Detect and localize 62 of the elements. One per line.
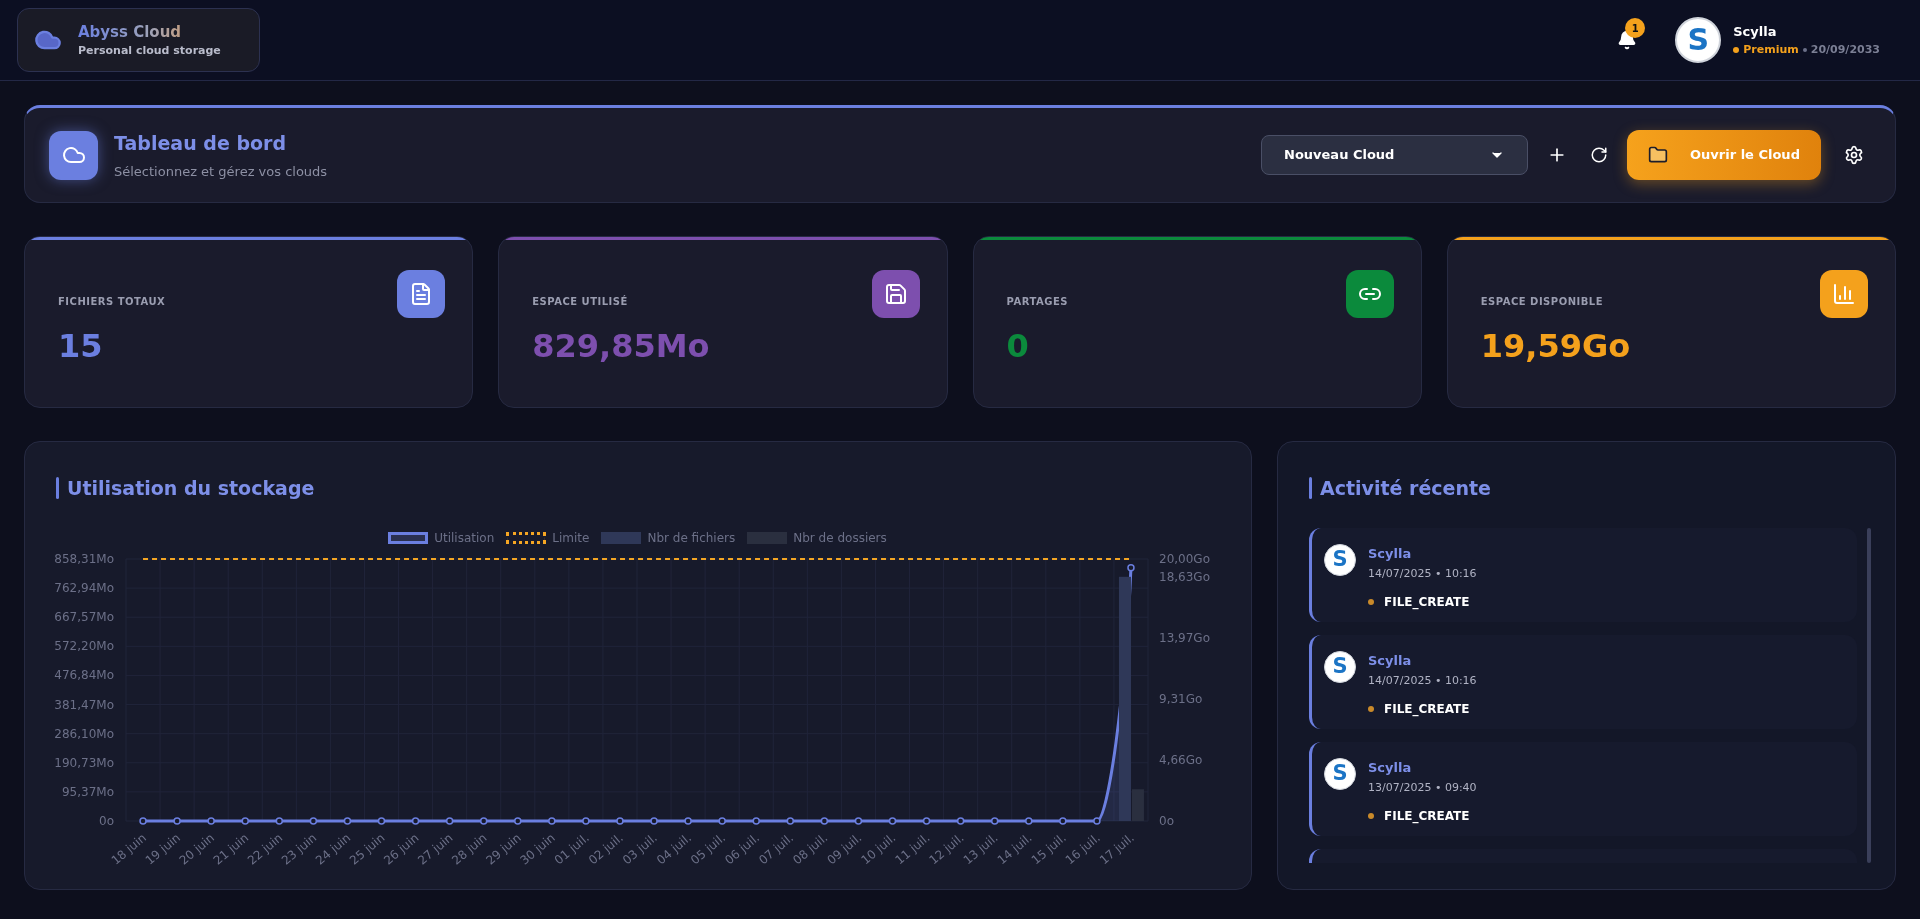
axis-label: 9,31Go (1159, 691, 1203, 706)
page-subtitle: Sélectionnez et gérez vos clouds (114, 162, 328, 181)
title-accent (1309, 477, 1312, 500)
activity-time: 13/07/2025 • 09:40 (1368, 780, 1477, 796)
stat-label: FICHIERS TOTAUX (58, 295, 166, 309)
refresh-icon (1590, 146, 1608, 164)
brand-card[interactable]: Abyss Cloud Personal cloud storage (17, 8, 260, 72)
legend-label: Limite (552, 529, 590, 547)
brand-tagline: Personal cloud storage (78, 43, 221, 59)
axis-label: 0o (99, 813, 114, 828)
activity-user: Scylla (1368, 758, 1413, 777)
stat-value: 0 (1006, 326, 1030, 367)
legend-label: Nbr de fichiers (647, 529, 736, 547)
activity-action: FILE_CREATE (1384, 700, 1470, 718)
scrollbar[interactable] (1867, 527, 1871, 863)
axis-label: 190,73Mo (54, 755, 114, 770)
activity-card[interactable]: S Scylla 13/07/2025 • 09:40 FILE_CREATE (1309, 741, 1857, 836)
avatar: S (1324, 543, 1356, 576)
axis-label: 13,97Go (1159, 630, 1210, 645)
stat-label: PARTAGES (1006, 295, 1068, 309)
stat-label: ESPACE UTILISÉ (532, 294, 628, 309)
page-title: Tableau de bord (114, 131, 288, 156)
axis-label: 0o (1159, 813, 1174, 828)
user-name: Scylla (1733, 23, 1778, 41)
axis-label: 95,37Mo (61, 784, 114, 799)
title-accent (56, 477, 59, 500)
axis-label: 18,63Go (1159, 569, 1210, 584)
activity-user: Scylla (1368, 651, 1413, 670)
folder-icon (1648, 145, 1669, 165)
settings-icon (1844, 145, 1864, 165)
cloud-select[interactable]: Nouveau Cloud (1261, 135, 1528, 175)
legend-label: Nbr de dossiers (793, 529, 887, 547)
axis-label: 476,84Mo (54, 667, 114, 682)
legend-label: Utilisation (434, 529, 495, 547)
plan-label: Premium (1743, 41, 1799, 58)
stat-value: 19,59Go (1480, 326, 1632, 367)
activity-time: 14/07/2025 • 10:16 (1368, 673, 1477, 689)
activity-user: Scylla (1368, 544, 1413, 563)
activity-time: 14/07/2025 • 10:16 (1368, 566, 1477, 582)
axis-label: 667,57Mo (54, 609, 114, 624)
activity-action: FILE_CREATE (1384, 593, 1470, 611)
axis-label: 286,10Mo (54, 726, 114, 741)
avatar: S (1675, 17, 1722, 63)
stat-value: 829,85Mo (532, 326, 711, 367)
axis-label: 4,66Go (1159, 752, 1203, 767)
expiry-date: 20/09/2033 (1810, 41, 1880, 58)
axis-label: 572,20Mo (54, 638, 114, 653)
axis-label: 858,31Mo (54, 551, 114, 566)
avatar: S (1324, 650, 1356, 683)
bar-chart-icon (1832, 282, 1856, 306)
axis-label: 381,47Mo (54, 697, 114, 712)
panel-title: Activité récente (1320, 476, 1491, 501)
activity-card[interactable]: S Scylla 14/07/2025 • 10:16 FILE_CREATE (1309, 527, 1857, 622)
stat-label: ESPACE DISPONIBLE (1480, 295, 1604, 309)
stat-value: 15 (58, 326, 104, 367)
axis-label: 20,00Go (1159, 551, 1210, 566)
axis-label: 762,94Mo (54, 580, 114, 595)
avatar: S (1324, 757, 1356, 790)
activity-card[interactable]: S Scylla 14/07/2025 • 10:16 FILE_CREATE (1309, 634, 1857, 729)
panel-title: Utilisation du stockage (67, 476, 315, 501)
activity-action: FILE_CREATE (1384, 807, 1470, 825)
notification-badge: 1 (1625, 18, 1646, 38)
